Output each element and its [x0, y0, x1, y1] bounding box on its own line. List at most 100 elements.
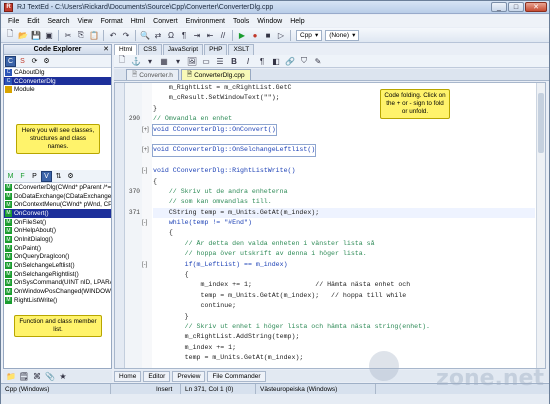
code-line[interactable]: while(temp != "#End") [153, 218, 535, 228]
find-icon[interactable]: 🔍 [139, 29, 151, 41]
tab-javascript[interactable]: JavaScript [162, 44, 204, 55]
form-icon[interactable]: ▭ [200, 55, 212, 67]
method-filter-icon[interactable]: M [5, 171, 16, 182]
play-macro-icon[interactable]: ▷ [275, 29, 287, 41]
code-line[interactable]: { [153, 270, 535, 280]
member-item[interactable]: M OnSysCommand(UINT nID, LPARAM [4, 279, 111, 288]
menu-item-help[interactable]: Help [286, 18, 308, 25]
filter-icon[interactable]: ⛉ [298, 55, 310, 67]
code-line[interactable] [153, 135, 535, 145]
menu-item-view[interactable]: View [74, 18, 97, 25]
project-select[interactable]: (None) ▾ [325, 29, 360, 41]
code-line[interactable]: // Är detta den valda enheten i vänster … [153, 239, 535, 249]
menu-item-search[interactable]: Search [43, 18, 73, 25]
file-tab[interactable]: 🗎 ConverterDlg.cpp [180, 69, 251, 80]
language-select[interactable]: Cpp ▾ [296, 29, 323, 41]
view-tab-file-commander[interactable]: File Commander [207, 370, 266, 382]
code-area[interactable]: m_RightList = m_cRightList.GetC m_cResul… [151, 83, 535, 368]
class-item[interactable]: Module [4, 85, 111, 94]
new-file-icon[interactable]: 🗋 [4, 29, 16, 41]
function-filter-icon[interactable]: F [17, 171, 28, 182]
link-icon[interactable]: 🔗 [284, 55, 296, 67]
record-macro-icon[interactable]: ● [249, 29, 261, 41]
fold-marker[interactable]: [-] [142, 166, 152, 176]
menu-item-file[interactable]: File [4, 18, 23, 25]
italic-icon[interactable]: I [242, 55, 254, 67]
member-item[interactable]: M OnHelpAbout() [4, 227, 111, 236]
outdent-icon[interactable]: ⇤ [204, 29, 216, 41]
member-item[interactable]: M RightListWrite() [4, 296, 111, 305]
fold-marker[interactable]: [-] [142, 218, 152, 228]
member-item[interactable]: M OnSelchangeLeftlist() [4, 261, 111, 270]
code-line[interactable]: m_RightList = m_cRightList.GetC [153, 83, 535, 93]
menu-item-window[interactable]: Window [253, 18, 286, 25]
favorites-icon[interactable]: ★ [57, 370, 69, 382]
menu-item-edit[interactable]: Edit [23, 18, 43, 25]
view-tab-editor[interactable]: Editor [143, 370, 171, 382]
code-explorer-icon[interactable]: ⌘ [31, 370, 43, 382]
member-item[interactable]: M OnSelchangeRightlist() [4, 270, 111, 279]
open-icon[interactable]: 📂 [17, 29, 29, 41]
comment-icon[interactable]: // [217, 29, 229, 41]
variable-filter-icon[interactable]: V [41, 170, 52, 182]
replace-icon[interactable]: ⇄ [152, 29, 164, 41]
menu-item-html[interactable]: Html [127, 18, 149, 25]
indent-icon[interactable]: ⇥ [191, 29, 203, 41]
code-editor[interactable]: 290 370 371 [+] [+] [-] [-] [-] m_RightList = … [114, 82, 546, 369]
tab-html[interactable]: Html [114, 44, 138, 55]
code-line[interactable]: CString temp = m_Units.GetAt(m_index); [153, 207, 535, 219]
tab-css[interactable]: CSS [138, 44, 162, 55]
fold-marker[interactable]: [+] [142, 145, 152, 155]
code-line[interactable]: // som kan omvandlas till. [153, 197, 535, 207]
notes-icon[interactable]: 🗒 [18, 370, 30, 382]
comment-icon[interactable]: ✎ [312, 55, 324, 67]
chevron-down-icon[interactable]: ▾ [144, 55, 156, 67]
code-line[interactable]: m_index += 1; [153, 343, 535, 353]
undo-icon[interactable]: ↶ [107, 29, 119, 41]
code-line[interactable]: temp = m_Units.GetAt(m_index); [153, 353, 535, 363]
tab-php[interactable]: PHP [204, 44, 228, 55]
settings-icon[interactable]: ⚙ [65, 171, 76, 182]
sort-icon[interactable]: ⇅ [53, 171, 64, 182]
clip-icon[interactable]: 📎 [44, 370, 56, 382]
refresh-icon[interactable]: ⟳ [29, 56, 40, 67]
fold-gutter[interactable]: [+] [+] [-] [-] [-] [142, 83, 152, 368]
tab-xslt[interactable]: XSLT [228, 44, 255, 55]
member-item[interactable]: M OnQueryDragIcon() [4, 253, 111, 262]
code-line[interactable]: // hoppa över utskrift av denna i höger … [153, 249, 535, 259]
vertical-scrollbar[interactable] [536, 83, 545, 368]
code-line[interactable]: { [153, 177, 535, 187]
menu-item-format[interactable]: Format [97, 18, 127, 25]
view-tab-home[interactable]: Home [114, 370, 142, 382]
member-item[interactable]: M OnContextMenu(CWnd* pWnd, CPoin [4, 200, 111, 209]
special-char-icon[interactable]: Ω [165, 29, 177, 41]
folder-icon[interactable]: 📁 [5, 370, 17, 382]
stop-macro-icon[interactable]: ■ [262, 29, 274, 41]
member-item[interactable]: M OnInitDialog() [4, 235, 111, 244]
code-line[interactable]: m_cRightList.AddString(temp); [153, 332, 535, 342]
bold-icon[interactable]: B [228, 55, 240, 67]
menu-item-tools[interactable]: Tools [229, 18, 253, 25]
redo-icon[interactable]: ↷ [120, 29, 132, 41]
code-line[interactable]: // Skriv ut de andra enheterna [153, 187, 535, 197]
settings-icon[interactable]: ⚙ [41, 56, 52, 67]
list-icon[interactable]: ☰ [214, 55, 226, 67]
close-button[interactable]: ✕ [525, 2, 547, 12]
scrollbar-thumb[interactable] [538, 93, 544, 153]
color-icon[interactable]: ◧ [270, 55, 282, 67]
property-filter-icon[interactable]: P [29, 171, 40, 182]
chevron-down-icon[interactable]: ▾ [172, 55, 184, 67]
copy-icon[interactable]: ⎘ [75, 29, 87, 41]
menu-item-environment[interactable]: Environment [182, 18, 229, 25]
code-line[interactable]: } [153, 104, 535, 114]
bookmark-gutter[interactable] [115, 83, 125, 368]
member-item[interactable]: M CConverterDlg(CWnd* pParent /*=NU [4, 183, 111, 192]
code-line[interactable] [153, 156, 535, 166]
anchor-icon[interactable]: ⚓ [130, 55, 142, 67]
member-item[interactable]: M OnConvert() [4, 209, 111, 218]
paste-icon[interactable]: 📋 [88, 29, 100, 41]
code-line[interactable]: void CConverterDlg::OnSelchangeLeftlist(… [151, 144, 317, 157]
format-icon[interactable]: ¶ [178, 29, 190, 41]
member-item[interactable]: M OnFileSet() [4, 218, 111, 227]
file-tab[interactable]: 🗎 Converter.h [126, 69, 179, 80]
